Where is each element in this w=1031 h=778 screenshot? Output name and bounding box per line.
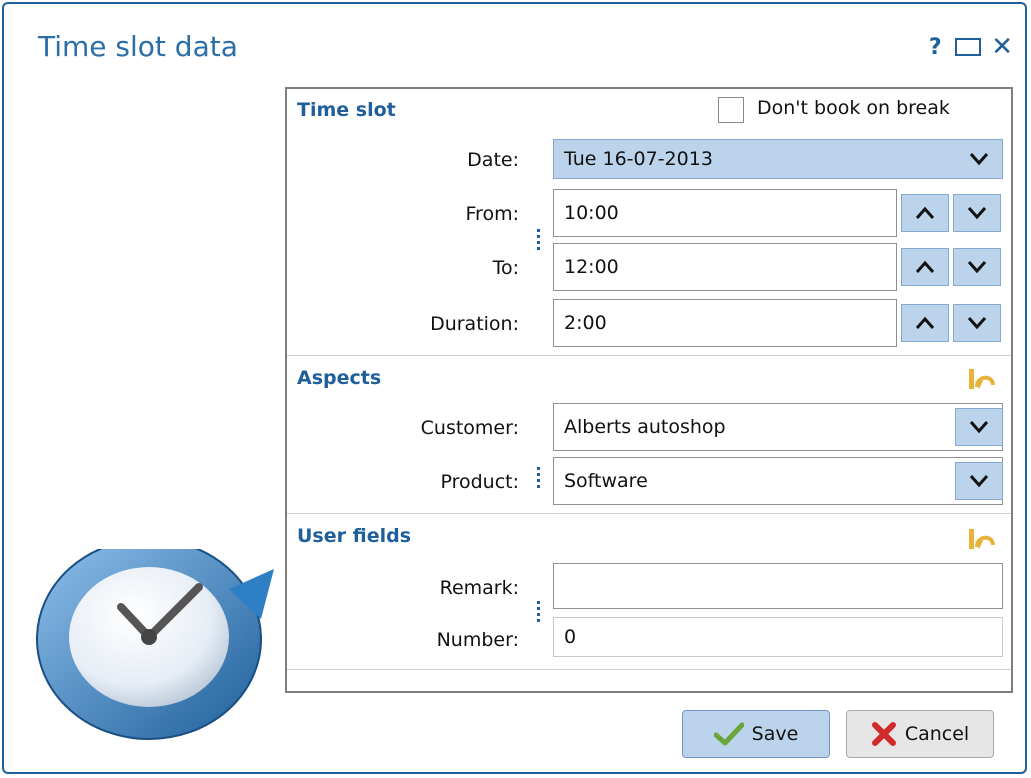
- duration-value: 2:00: [564, 312, 607, 334]
- section-divider: [287, 355, 1011, 356]
- date-select[interactable]: Tue 16-07-2013: [553, 139, 1003, 179]
- product-value: Software: [564, 470, 648, 492]
- link-indicator-icon: [537, 601, 541, 625]
- customer-dropdown-button[interactable]: [955, 408, 1003, 446]
- dont-book-on-break-label: Don't book on break: [757, 97, 950, 119]
- from-value: 10:00: [564, 202, 619, 224]
- close-icon[interactable]: ✕: [991, 34, 1013, 60]
- clock-icon: [36, 549, 274, 740]
- duration-increment-button[interactable]: [901, 304, 949, 342]
- to-label: To:: [492, 257, 519, 279]
- to-time-input[interactable]: 12:00: [553, 243, 897, 291]
- section-title-user-fields: User fields: [297, 525, 411, 547]
- undo-icon[interactable]: [967, 527, 997, 551]
- from-time-input[interactable]: 10:00: [553, 189, 897, 237]
- chevron-down-icon[interactable]: [955, 140, 1003, 178]
- product-select[interactable]: Software: [553, 457, 1003, 505]
- undo-icon[interactable]: [967, 367, 997, 391]
- section-divider: [287, 513, 1011, 514]
- number-value: 0: [564, 626, 577, 648]
- chevron-down-icon: [967, 261, 987, 274]
- chevron-up-icon: [915, 260, 935, 273]
- chevron-down-icon: [967, 207, 987, 220]
- cancel-x-icon: [871, 722, 896, 746]
- from-increment-button[interactable]: [901, 194, 949, 232]
- duration-input[interactable]: 2:00: [553, 299, 897, 347]
- to-value: 12:00: [564, 256, 619, 278]
- to-increment-button[interactable]: [901, 248, 949, 286]
- chevron-down-icon: [969, 421, 989, 434]
- remark-label: Remark:: [439, 577, 519, 599]
- cancel-label: Cancel: [904, 723, 970, 745]
- remark-input[interactable]: [553, 563, 1003, 609]
- customer-label: Customer:: [420, 417, 519, 439]
- chevron-up-icon: [915, 206, 935, 219]
- chevron-up-icon: [915, 316, 935, 329]
- title-bar-controls: ? ✕: [925, 34, 1013, 60]
- checkmark-icon: [713, 722, 744, 746]
- from-label: From:: [465, 203, 519, 225]
- dont-book-on-break-checkbox[interactable]: [718, 97, 744, 123]
- section-title-time-slot: Time slot: [297, 99, 396, 121]
- number-label: Number:: [436, 629, 519, 651]
- customer-select[interactable]: Alberts autoshop: [553, 403, 1003, 451]
- product-dropdown-button[interactable]: [955, 462, 1003, 500]
- customer-value: Alberts autoshop: [564, 416, 726, 438]
- duration-decrement-button[interactable]: [953, 304, 1001, 342]
- maximize-icon[interactable]: [955, 38, 982, 56]
- form-panel: Time slot Don't book on break Date: Tue …: [285, 87, 1013, 693]
- number-input[interactable]: 0: [553, 617, 1003, 657]
- to-decrement-button[interactable]: [953, 248, 1001, 286]
- save-button[interactable]: Save: [682, 710, 830, 758]
- section-divider: [287, 669, 1011, 670]
- save-label: Save: [751, 723, 799, 745]
- link-indicator-icon: [537, 467, 541, 491]
- dialog-window: Time slot data ? ✕ Time slot Don't book …: [2, 2, 1027, 774]
- section-title-aspects: Aspects: [297, 367, 382, 389]
- duration-label: Duration:: [430, 313, 519, 335]
- link-indicator-icon: [537, 229, 541, 253]
- cancel-button[interactable]: Cancel: [846, 710, 994, 758]
- from-decrement-button[interactable]: [953, 194, 1001, 232]
- date-label: Date:: [467, 149, 519, 171]
- chevron-down-icon: [967, 317, 987, 330]
- chevron-down-icon: [969, 475, 989, 488]
- help-icon[interactable]: ?: [925, 35, 945, 60]
- date-value: Tue 16-07-2013: [564, 148, 713, 170]
- product-label: Product:: [440, 471, 519, 493]
- dialog-title: Time slot data: [38, 30, 238, 63]
